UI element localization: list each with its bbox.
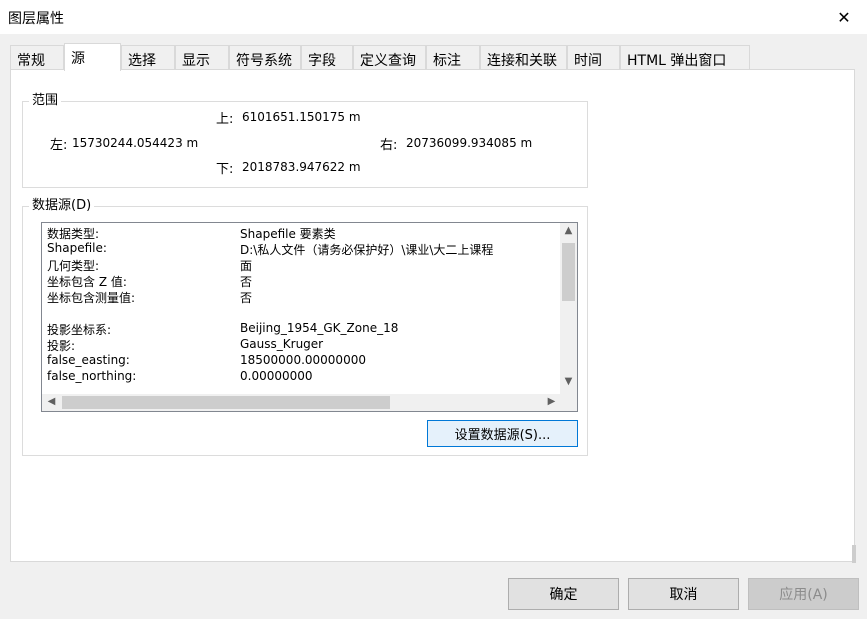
horizontal-scroll-thumb[interactable] [62,396,390,409]
info-key: false_northing: [47,369,137,383]
vertical-scroll-thumb[interactable] [562,243,575,301]
set-data-source-button[interactable]: 设置数据源(S)... [427,420,578,447]
list-item: false_northing: 0.00000000 [42,369,554,385]
apply-button[interactable]: 应用(A) [748,578,859,610]
tab-label: 连接和关联 [487,53,557,69]
list-item: Shapefile: D:\私人文件（请务必保护好）\课业\大二上课程 [42,241,554,257]
tab-general[interactable]: 常规 [10,45,64,69]
info-key: 坐标包含 Z 值: [47,275,127,289]
scroll-left-icon[interactable]: ◀ [43,396,60,407]
info-key: 投影坐标系: [47,323,112,337]
info-value: Shapefile 要素类 [240,227,336,241]
list-item [42,305,554,321]
info-value: Beijing_1954_GK_Zone_18 [240,321,399,335]
info-value: D:\私人文件（请务必保护好）\课业\大二上课程 [240,243,494,257]
datasource-info-list[interactable]: 数据类型: Shapefile 要素类 Shapefile: D:\私人文件（请… [41,222,578,412]
extent-group-title: 范围 [29,93,62,109]
info-key: false_easting: [47,353,130,367]
extent-top-label: 上: [216,112,234,127]
tab-label: 字段 [308,53,336,69]
tab-selection[interactable]: 选择 [121,45,175,69]
scroll-up-icon[interactable]: ▲ [560,225,577,236]
info-value: 18500000.00000000 [240,353,366,367]
tab-label: 选择 [128,53,156,69]
tab-fields[interactable]: 字段 [301,45,353,69]
cancel-button[interactable]: 取消 [628,578,739,610]
list-item: 数据类型: Shapefile 要素类 [42,225,554,241]
extent-bottom-label: 下: [216,162,234,177]
info-key: 坐标包含测量值: [47,291,136,305]
close-icon: ✕ [837,7,851,27]
list-item: 投影坐标系: Beijing_1954_GK_Zone_18 [42,321,554,337]
ok-button[interactable]: 确定 [508,578,619,610]
close-button[interactable]: ✕ [821,0,867,34]
tab-joins-relates[interactable]: 连接和关联 [480,45,567,69]
extent-top-value: 6101651.150175 m [242,110,361,124]
tab-label: 显示 [182,53,210,69]
info-key: Shapefile: [47,241,107,255]
tab-label: 标注 [433,53,461,69]
info-value: 否 [240,275,253,289]
tab-symbology[interactable]: 符号系统 [229,45,301,69]
extent-bottom-value: 2018783.947622 m [242,160,361,174]
horizontal-scrollbar[interactable]: ◀ ▶ [42,394,562,411]
list-item: false_easting: 18500000.00000000 [42,353,554,369]
tab-definition-query[interactable]: 定义查询 [353,45,426,69]
list-item: 坐标包含测量值: 否 [42,289,554,305]
tab-source[interactable]: 源 [64,43,121,71]
tab-panel-source: 范围 上: 6101651.150175 m 左: 15730244.05442… [10,69,855,562]
tab-label: 符号系统 [236,53,292,69]
info-key: 几何类型: [47,259,100,273]
extent-left-value: 15730244.054423 m [72,136,199,150]
info-value: Gauss_Kruger [240,337,324,351]
list-item: 几何类型: 面 [42,257,554,273]
tab-label: 定义查询 [360,53,416,69]
tab-label: HTML 弹出窗口 [627,53,727,69]
list-item: 坐标包含 Z 值: 否 [42,273,554,289]
info-value: 0.00000000 [240,369,313,383]
scroll-right-icon[interactable]: ▶ [543,396,560,407]
scroll-down-icon[interactable]: ▼ [560,376,577,387]
list-item: 投影: Gauss_Kruger [42,337,554,353]
datasource-group-title: 数据源(D) [29,198,95,214]
extent-right-value: 20736099.934085 m [406,136,533,150]
tab-label: 常规 [17,53,45,69]
tab-labels[interactable]: 标注 [426,45,480,69]
tab-bar: 常规 源 选择 显示 符号系统 字段 定义查询 标注 连接和关联 时间 HTML… [10,43,770,71]
panel-resize-marker [852,545,856,563]
datasource-group: 数据源(D) 数据类型: Shapefile 要素类 Shapefile: D:… [22,198,588,456]
tab-time[interactable]: 时间 [567,45,620,69]
tab-label: 时间 [574,53,602,69]
extent-group: 范围 上: 6101651.150175 m 左: 15730244.05442… [22,93,588,188]
vertical-scrollbar[interactable]: ▲ ▼ [560,223,577,394]
scrollbar-corner [560,394,577,411]
extent-left-label: 左: [50,138,68,153]
info-value: 否 [240,291,253,305]
window-title: 图层属性 [8,11,64,27]
tab-html-popup[interactable]: HTML 弹出窗口 [620,45,750,69]
title-bar: 图层属性 ✕ [0,0,867,34]
tab-display[interactable]: 显示 [175,45,229,69]
info-value: 面 [240,259,253,273]
tab-label: 源 [71,51,85,67]
info-key: 投影: [47,339,76,353]
extent-right-label: 右: [380,138,398,153]
info-key: 数据类型: [47,227,100,241]
